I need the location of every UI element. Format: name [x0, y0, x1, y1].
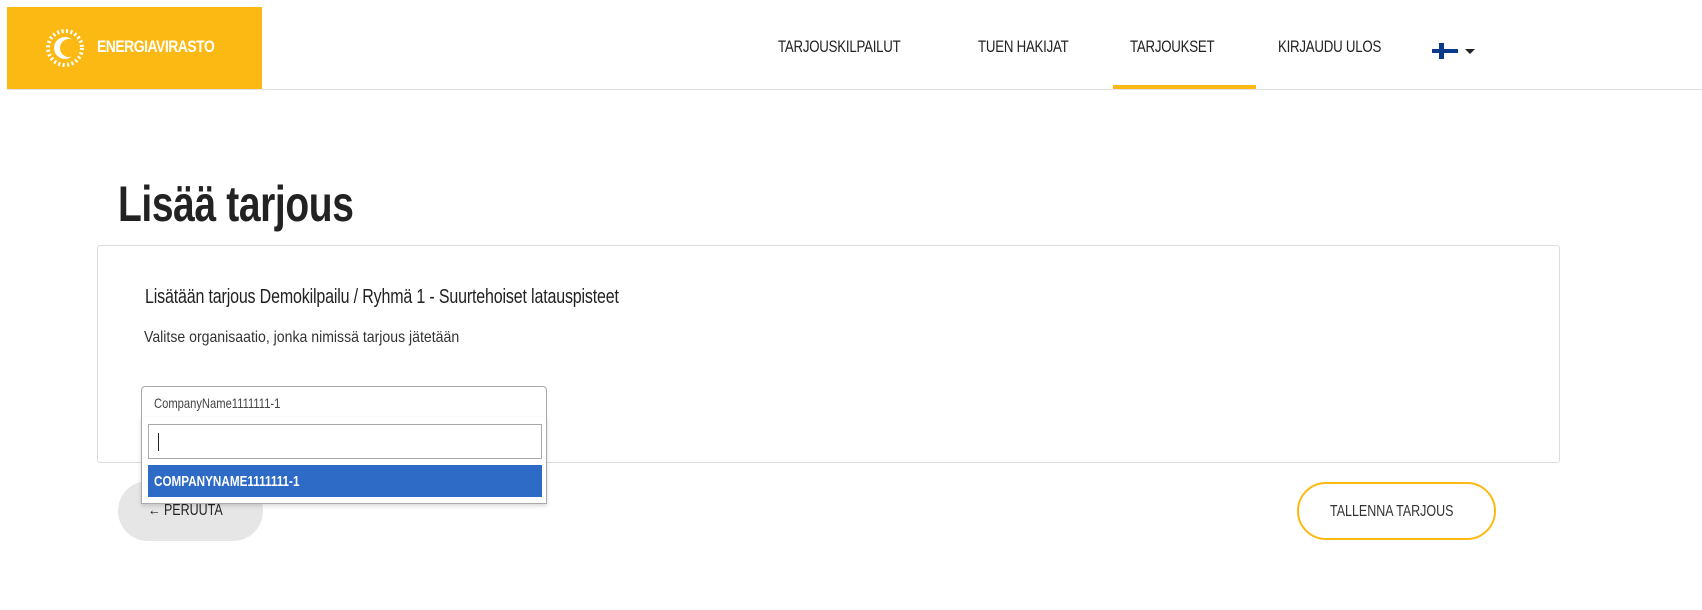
save-offer-button-label: TALLENNA TARJOUS [1330, 503, 1454, 520]
top-header: ENERGIAVIRASTO TARJOUSKILPAILUT TUEN HAK… [7, 7, 1702, 90]
language-dropdown-caret-icon[interactable] [1465, 49, 1475, 54]
brand-name: ENERGIAVIRASTO [97, 37, 215, 56]
save-offer-button[interactable]: TALLENNA TARJOUS [1297, 482, 1496, 540]
organization-option[interactable]: COMPANYNAME1111111-1 [148, 465, 542, 497]
cancel-button-label: PERUUTA [163, 502, 223, 519]
nav-item-tarjoukset[interactable]: TARJOUKSET [1130, 37, 1215, 57]
organization-option-label: COMPANYNAME1111111-1 [154, 473, 300, 490]
text-cursor [158, 433, 159, 451]
cancel-button-content: ← PERUUTA [148, 502, 223, 520]
page: ENERGIAVIRASTO TARJOUSKILPAILUT TUEN HAK… [0, 0, 1702, 610]
nav-item-tuen-hakijat[interactable]: TUEN HAKIJAT [978, 37, 1069, 57]
arrow-left-icon: ← [148, 502, 161, 519]
active-nav-indicator [1113, 85, 1256, 89]
top-strip [0, 0, 1702, 7]
finland-flag-icon[interactable] [1432, 43, 1458, 59]
page-title: Lisää tarjous [118, 176, 354, 232]
organization-select[interactable]: CompanyName1111111-1 [141, 386, 547, 418]
nav-item-tarjouskilpailut[interactable]: TARJOUSKILPAILUT [778, 37, 901, 57]
organization-dropdown: COMPANYNAME1111111-1 [141, 417, 547, 504]
form-heading: Lisätään tarjous Demokilpailu / Ryhmä 1 … [145, 286, 619, 308]
organization-label: Valitse organisaatio, jonka nimissä tarj… [144, 329, 460, 346]
brand-logo-link[interactable]: ENERGIAVIRASTO [7, 7, 262, 89]
organization-search-input[interactable] [148, 424, 542, 459]
energiavirasto-logo-icon [46, 29, 84, 67]
nav-item-kirjaudu-ulos[interactable]: KIRJAUDU ULOS [1278, 37, 1381, 57]
organization-select-value: CompanyName1111111-1 [154, 395, 281, 411]
